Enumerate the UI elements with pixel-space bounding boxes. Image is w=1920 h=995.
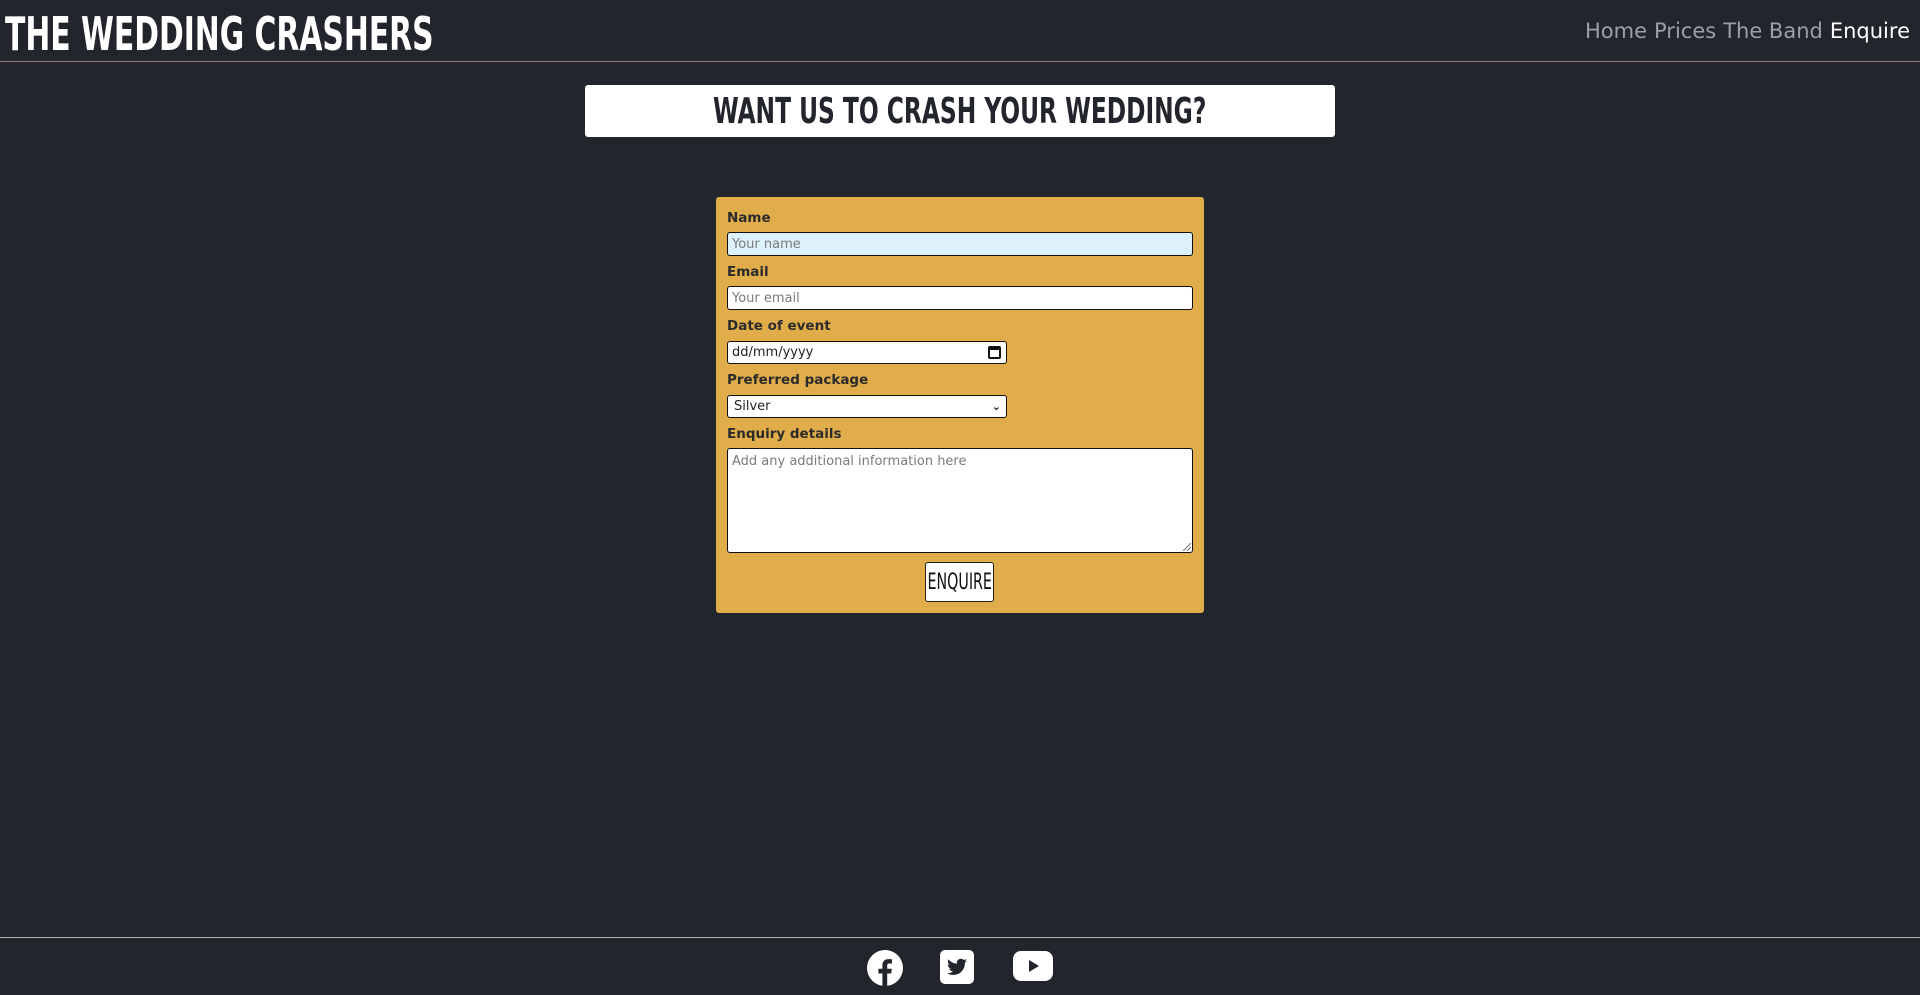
details-label: Enquiry details <box>727 426 842 442</box>
date-label: Date of event <box>727 318 831 334</box>
page-title-banner: WANT US TO CRASH YOUR WEDDING? <box>585 85 1335 137</box>
page: THE WEDDING CRASHERS Home Prices The Ban… <box>0 0 1920 995</box>
youtube-icon[interactable] <box>1013 951 1053 981</box>
date-input[interactable]: dd/mm/yyyy <box>727 341 1007 364</box>
brand-logo[interactable]: THE WEDDING CRASHERS <box>5 6 434 62</box>
email-label: Email <box>727 264 769 280</box>
nav-link-prices[interactable]: Prices <box>1654 17 1716 45</box>
details-textarea[interactable] <box>727 448 1193 553</box>
name-input[interactable] <box>727 232 1193 256</box>
package-selected-value: Silver <box>734 399 771 414</box>
resize-handle-icon[interactable] <box>1183 543 1191 551</box>
nav-link-enquire[interactable]: Enquire <box>1830 17 1910 45</box>
nav-links: Home Prices The Band Enquire <box>1585 17 1910 45</box>
enquire-button-label: ENQUIRE <box>927 569 992 595</box>
twitter-icon[interactable] <box>940 950 974 984</box>
enquiry-form: Name Email Date of event dd/mm/yyyy Pref… <box>716 197 1204 613</box>
calendar-icon[interactable] <box>988 346 1001 359</box>
email-input[interactable] <box>727 286 1193 310</box>
name-label: Name <box>727 210 771 226</box>
navbar: THE WEDDING CRASHERS Home Prices The Ban… <box>0 0 1920 62</box>
nav-link-home[interactable]: Home <box>1585 17 1647 45</box>
package-select[interactable]: Silver ⌄ <box>727 395 1007 418</box>
footer <box>0 937 1920 995</box>
package-label: Preferred package <box>727 372 869 388</box>
enquire-button[interactable]: ENQUIRE <box>925 562 994 602</box>
nav-link-the-band[interactable]: The Band <box>1723 17 1823 45</box>
chevron-down-icon: ⌄ <box>991 400 1001 413</box>
facebook-icon[interactable] <box>867 950 903 986</box>
date-value: dd/mm/yyyy <box>732 345 814 360</box>
page-title: WANT US TO CRASH YOUR WEDDING? <box>713 90 1207 132</box>
